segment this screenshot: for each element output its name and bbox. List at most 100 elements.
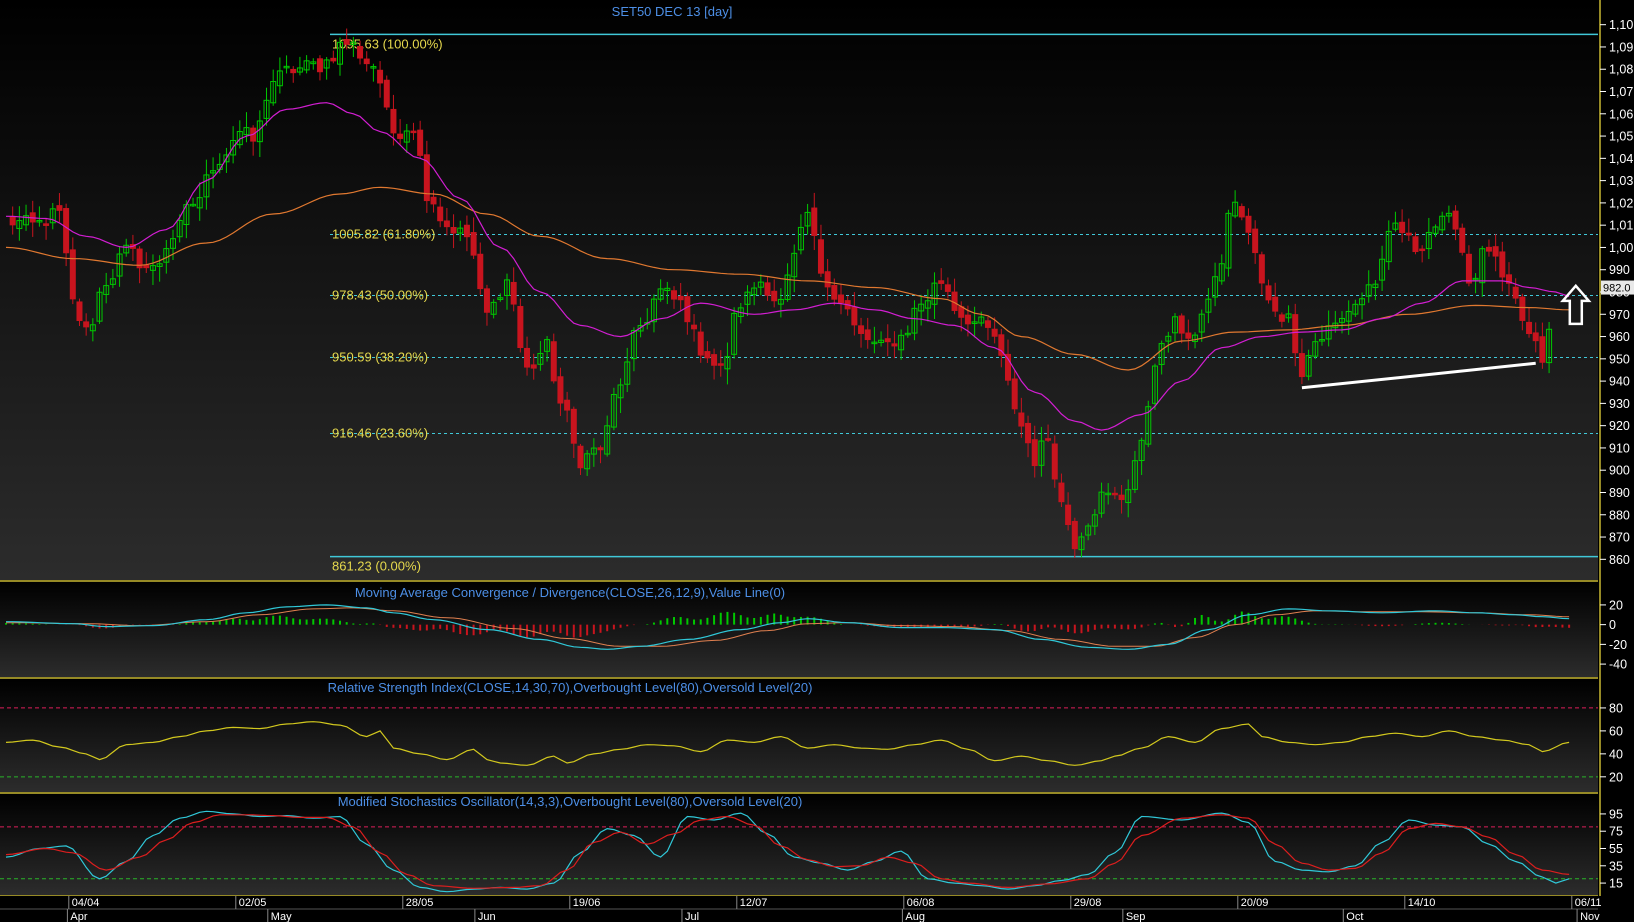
candle-body xyxy=(1252,228,1259,254)
x-date-label: 06/11 xyxy=(1575,897,1602,909)
candle-body xyxy=(1265,285,1272,301)
y-tick-label: 860 xyxy=(1609,553,1630,567)
candle-body xyxy=(1051,443,1058,480)
candle-body xyxy=(1111,492,1118,496)
y-tick-label: 880 xyxy=(1609,508,1630,522)
candle-body xyxy=(1419,248,1426,252)
candle-body xyxy=(1492,246,1499,257)
candle-body xyxy=(530,364,537,369)
x-month-label: Aug xyxy=(905,911,925,922)
candle-body xyxy=(377,69,384,84)
x-month-label: Jun xyxy=(478,911,496,922)
candle-body xyxy=(1185,332,1192,339)
candle-body xyxy=(964,314,971,325)
candle-body xyxy=(397,133,404,139)
candle-body xyxy=(330,57,337,62)
y-tick-label: 940 xyxy=(1609,375,1630,389)
y-tick-label: 1,09 xyxy=(1609,40,1633,54)
y-tick-label: 950 xyxy=(1609,352,1630,366)
candle-body xyxy=(1278,314,1285,322)
candle-body xyxy=(1118,494,1125,501)
candle-body xyxy=(517,306,524,348)
candle-body xyxy=(671,290,677,300)
x-month-label: Jul xyxy=(685,911,699,922)
y-tick-label: 40 xyxy=(1609,747,1623,761)
candle-body xyxy=(1245,215,1252,233)
candle-body xyxy=(357,46,364,59)
candle-body xyxy=(1178,315,1185,334)
y-tick-label: 35 xyxy=(1609,859,1623,873)
y-tick-label: 80 xyxy=(1609,701,1623,715)
candle-body xyxy=(717,363,724,366)
x-date-label: 19/06 xyxy=(573,897,601,909)
y-tick-label: 0 xyxy=(1609,618,1616,632)
candle-body xyxy=(1532,332,1539,342)
candle-body xyxy=(1405,232,1412,236)
candle-body xyxy=(417,129,424,156)
y-tick-label: 1,04 xyxy=(1609,152,1633,166)
candle-body xyxy=(1412,236,1419,253)
y-tick-label: 920 xyxy=(1609,419,1630,433)
candle-body xyxy=(363,58,370,65)
panel-2-title: Moving Average Convergence / Divergence(… xyxy=(355,585,785,600)
candle-body xyxy=(944,284,951,292)
y-tick-label: 970 xyxy=(1609,308,1630,322)
candle-body xyxy=(1258,254,1265,284)
candle-body xyxy=(1011,378,1018,410)
candle-body xyxy=(1526,321,1533,335)
panel-1-background xyxy=(0,0,1598,580)
last-price-label: 982.0 xyxy=(1603,283,1631,295)
candle-body xyxy=(483,288,490,313)
candle-body xyxy=(343,39,350,45)
fib-label: 1005.82 (61.80%) xyxy=(332,226,435,241)
candle-body xyxy=(1025,422,1032,444)
candle-body xyxy=(570,408,577,444)
candle-body xyxy=(510,281,517,305)
y-tick-label: 1,01 xyxy=(1609,219,1633,233)
candle-body xyxy=(958,306,965,318)
candle-body xyxy=(1452,210,1459,230)
candle-body xyxy=(450,226,457,234)
candle-body xyxy=(884,338,891,343)
candle-body xyxy=(771,290,778,302)
y-tick-label: 15 xyxy=(1609,877,1623,891)
candle-body xyxy=(477,253,484,290)
panel-4-title: Modified Stochastics Oscillator(14,3,3),… xyxy=(338,794,803,809)
fib-label: 978.43 (50.00%) xyxy=(332,287,428,302)
candle-body xyxy=(1399,221,1406,233)
fib-label: 916.46 (23.60%) xyxy=(332,426,428,441)
candle-body xyxy=(56,205,63,211)
y-tick-label: 1,00 xyxy=(1609,241,1633,255)
candle-body xyxy=(437,206,444,222)
candle-body xyxy=(83,321,90,328)
y-tick-label: 60 xyxy=(1609,724,1623,738)
candle-body xyxy=(811,207,818,236)
x-date-label: 20/09 xyxy=(1241,897,1269,909)
candle-body xyxy=(1485,246,1492,252)
candle-body xyxy=(470,232,477,256)
panel-3-background xyxy=(0,679,1598,792)
candle-body xyxy=(817,239,824,274)
y-tick-label: 870 xyxy=(1609,531,1630,545)
fib-label: 861.23 (0.00%) xyxy=(332,559,421,574)
candle-body xyxy=(858,325,865,334)
candle-body xyxy=(1045,438,1052,441)
y-tick-label: 1,03 xyxy=(1609,174,1633,188)
candle-body xyxy=(991,328,998,337)
candle-body xyxy=(383,79,390,108)
panel-4-background xyxy=(0,794,1598,895)
y-tick-label: 95 xyxy=(1609,807,1623,821)
candle-body xyxy=(1065,504,1072,526)
candle-body xyxy=(1512,286,1519,299)
x-date-label: 06/08 xyxy=(907,897,935,909)
y-tick-label: 55 xyxy=(1609,842,1623,856)
candle-body xyxy=(1031,439,1038,467)
x-month-label: May xyxy=(271,911,292,922)
candle-body xyxy=(1459,227,1466,253)
candle-body xyxy=(764,282,771,296)
y-tick-label: 1,10 xyxy=(1609,18,1633,32)
candle-body xyxy=(43,223,50,226)
candle-body xyxy=(984,320,991,328)
y-tick-label: -40 xyxy=(1609,658,1627,672)
candle-body xyxy=(684,296,691,323)
